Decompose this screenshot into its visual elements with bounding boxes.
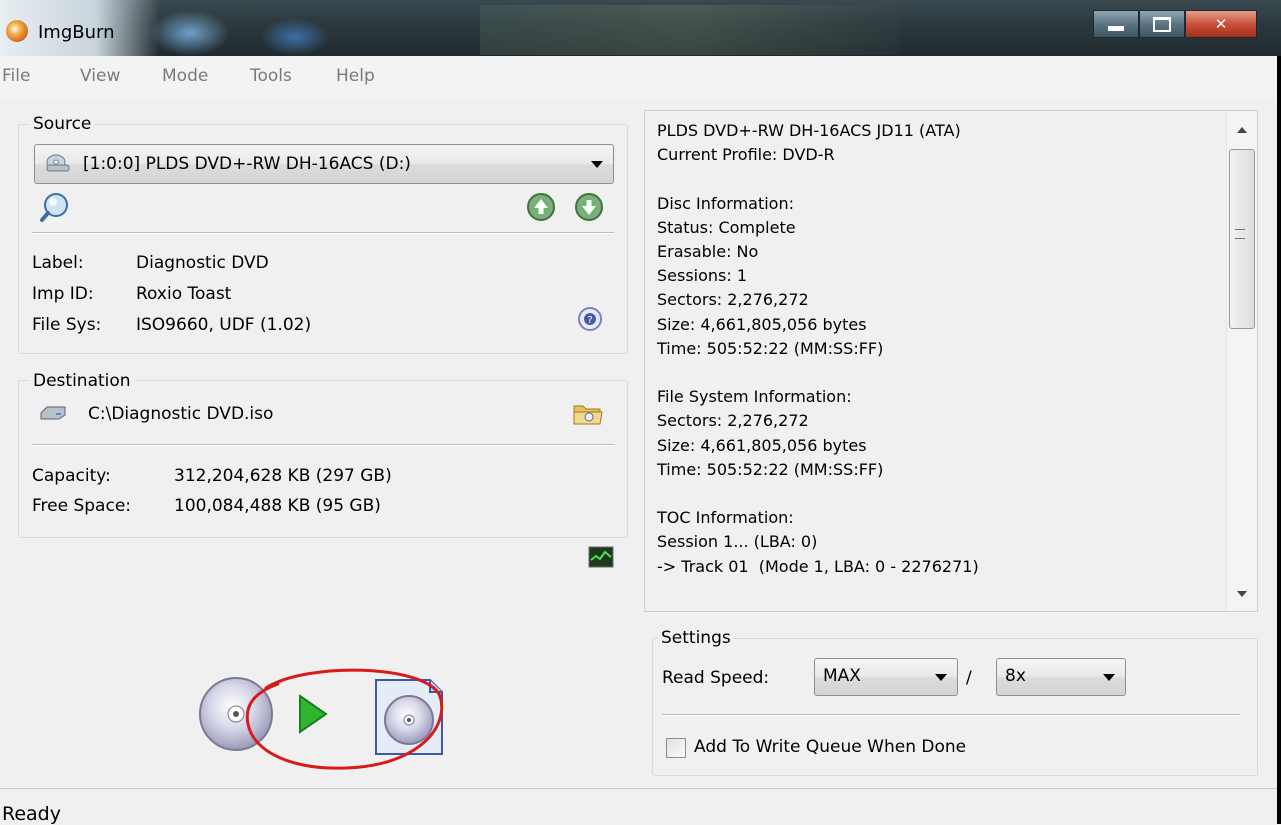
close-button[interactable]: ✕	[1185, 10, 1257, 38]
disc-info-line: Size: 4,661,805,056 bytes	[657, 314, 867, 334]
settings-group-title: Settings	[658, 628, 734, 648]
label-value: Diagnostic DVD	[136, 253, 269, 273]
menu-help[interactable]: Help	[336, 66, 375, 86]
scroll-up-arrow-icon[interactable]	[1237, 127, 1247, 133]
svg-text:?: ?	[587, 315, 592, 326]
read-speed-value: MAX	[823, 666, 861, 686]
disc-info-line: File System Information:	[657, 387, 852, 407]
source-disc-icon	[199, 677, 273, 751]
refresh-drive-icon[interactable]	[38, 190, 72, 224]
disc-info-line: Sessions: 1	[657, 266, 748, 286]
imp-id-key: Imp ID:	[32, 284, 94, 304]
free-space-value: 100,084,488 KB (95 GB)	[174, 496, 381, 516]
disc-info-line: Sectors: 2,276,272	[657, 290, 809, 310]
menu-bar: File View Mode Tools Help	[0, 56, 1281, 99]
source-drive-label: [1:0:0] PLDS DVD+-RW DH-16ACS (D:)	[83, 154, 411, 174]
disc-info-line	[657, 167, 979, 191]
disc-info-line: Time: 505:52:22 (MM:SS:FF)	[657, 459, 884, 479]
secondary-speed-value: 8x	[1005, 666, 1026, 686]
chevron-down-icon	[1103, 674, 1115, 681]
capacity-key: Capacity:	[32, 466, 111, 486]
source-divider	[32, 232, 614, 234]
disc-info-textbox[interactable]: PLDS DVD+-RW DH-16ACS JD11 (ATA) Current …	[644, 110, 1258, 612]
file-sys-key: File Sys:	[32, 315, 102, 335]
write-queue-checkbox[interactable]	[666, 738, 686, 758]
help-info-icon[interactable]: ?	[576, 305, 604, 333]
write-queue-label[interactable]: Add To Write Queue When Done	[694, 737, 966, 757]
image-file-icon	[375, 679, 443, 755]
imgburn-app-icon[interactable]	[6, 20, 28, 42]
window-title: ImgBurn	[38, 22, 115, 43]
imp-id-value: Roxio Toast	[136, 284, 232, 304]
speed-separator: /	[966, 668, 972, 688]
free-space-key: Free Space:	[32, 496, 132, 516]
info-scrollbar[interactable]	[1226, 111, 1257, 611]
disc-info-text: PLDS DVD+-RW DH-16ACS JD11 (ATA) Current …	[657, 119, 979, 579]
disc-info-line: Status: Complete	[657, 217, 796, 237]
close-tray-icon[interactable]	[574, 192, 604, 222]
source-group-title: Source	[30, 114, 95, 134]
menu-file[interactable]: File	[2, 66, 30, 86]
optical-drive-icon	[46, 154, 70, 172]
disc-info-line	[657, 361, 979, 385]
disc-info-line: Session 1... (LBA: 0)	[657, 532, 818, 552]
disc-info-line: Current Profile: DVD-R	[657, 145, 835, 165]
destination-divider	[32, 444, 614, 446]
disc-info-line: Disc Information:	[657, 193, 794, 213]
read-speed-select[interactable]: MAX	[814, 658, 958, 696]
disc-info-line: PLDS DVD+-RW DH-16ACS JD11 (ATA)	[657, 121, 961, 140]
browse-folder-icon[interactable]	[572, 400, 604, 428]
disc-info-line: TOC Information:	[657, 508, 794, 528]
chevron-down-icon	[591, 161, 603, 168]
title-bar[interactable]: ImgBurn ✕	[0, 0, 1281, 56]
settings-divider	[662, 714, 1240, 716]
minimize-button[interactable]	[1093, 10, 1139, 38]
disc-info-line: Time: 505:52:22 (MM:SS:FF)	[657, 338, 884, 358]
menu-view[interactable]: View	[80, 66, 120, 86]
status-bar: Ready	[0, 788, 1281, 825]
graph-monitor-icon[interactable]	[588, 546, 614, 568]
play-icon	[299, 694, 328, 734]
eject-icon[interactable]	[526, 192, 556, 222]
source-drive-select[interactable]: [1:0:0] PLDS DVD+-RW DH-16ACS (D:)	[34, 144, 614, 184]
label-key: Label:	[32, 253, 84, 273]
file-sys-value: ISO9660, UDF (1.02)	[136, 315, 312, 335]
read-speed-label: Read Speed:	[662, 668, 770, 688]
disc-info-line: Sectors: 2,276,272	[657, 411, 809, 431]
secondary-speed-select[interactable]: 8x	[996, 658, 1126, 696]
scroll-thumb[interactable]	[1229, 149, 1255, 329]
chevron-down-icon	[935, 674, 947, 681]
window-frame-right	[1277, 56, 1281, 824]
disc-info-line: -> Track 01 (Mode 1, LBA: 0 - 2276271)	[657, 556, 979, 576]
menu-mode[interactable]: Mode	[162, 66, 208, 86]
menu-tools[interactable]: Tools	[250, 66, 292, 86]
capacity-value: 312,204,628 KB (297 GB)	[174, 466, 392, 486]
destination-group-title: Destination	[30, 371, 134, 391]
destination-path[interactable]: C:\Diagnostic DVD.iso	[88, 404, 273, 424]
disc-info-line: Size: 4,661,805,056 bytes	[657, 435, 867, 455]
scroll-grip-icon	[1235, 229, 1245, 239]
hard-drive-icon	[40, 406, 66, 420]
disc-info-line	[657, 482, 979, 506]
maximize-button[interactable]	[1139, 10, 1185, 38]
read-action-button[interactable]	[196, 662, 452, 772]
status-text: Ready	[2, 803, 61, 825]
scroll-down-arrow-icon[interactable]	[1237, 591, 1247, 597]
disc-info-line: Erasable: No	[657, 242, 759, 262]
